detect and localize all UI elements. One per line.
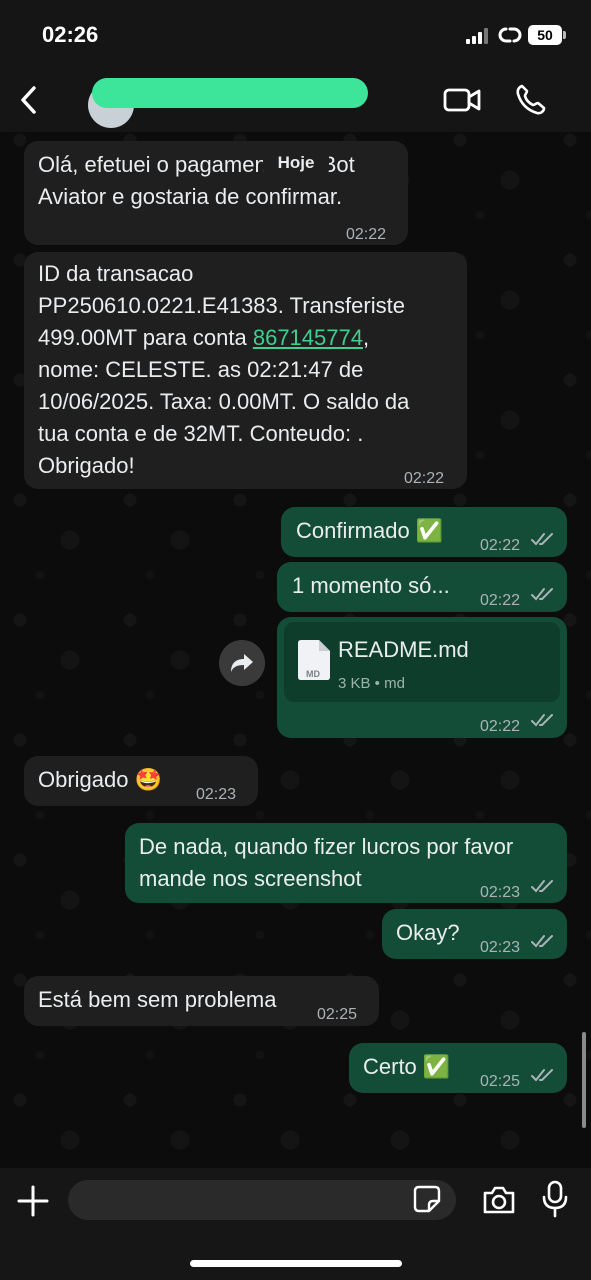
message-time: 02:22: [480, 537, 521, 554]
double-check-icon: [531, 714, 553, 727]
double-check-icon: [531, 880, 553, 893]
chat-header: [0, 70, 591, 132]
double-check-icon: [531, 1069, 553, 1082]
document-attachment[interactable]: MD README.md 3 KB • md: [284, 622, 560, 702]
message-time: 02:23: [480, 939, 521, 956]
battery-level: 50: [528, 25, 562, 45]
personal-hotspot-icon: [498, 27, 522, 43]
date-separator: Hoje: [263, 148, 329, 178]
document-type-label: MD: [306, 669, 320, 679]
back-chevron-icon[interactable]: [14, 80, 44, 120]
battery-tip: [563, 31, 566, 39]
message-outgoing-document[interactable]: MD README.md 3 KB • md 02:22: [277, 617, 567, 738]
message-outgoing[interactable]: Confirmado ✅ 02:22: [281, 507, 567, 557]
message-text: Está bem sem problema: [38, 987, 277, 1012]
double-check-icon: [531, 935, 553, 948]
forward-icon[interactable]: [219, 640, 265, 686]
microphone-icon[interactable]: [542, 1180, 568, 1218]
message-text: Obrigado 🤩: [38, 767, 163, 792]
message-text: 1 momento só...: [292, 573, 450, 598]
message-time: 02:23: [480, 884, 521, 901]
document-name: README.md: [338, 637, 469, 662]
scrollbar[interactable]: [582, 1032, 586, 1128]
double-check-icon: [531, 533, 553, 546]
camera-icon[interactable]: [481, 1184, 517, 1216]
message-time: 02:25: [317, 1006, 358, 1023]
home-indicator[interactable]: [190, 1260, 402, 1267]
message-time: 02:22: [480, 718, 521, 735]
message-time: 02:22: [480, 592, 521, 609]
message-outgoing[interactable]: De nada, quando fizer lucros por favor m…: [125, 823, 567, 903]
video-call-icon[interactable]: [442, 84, 482, 116]
message-incoming[interactable]: Olá, efetuei o pagamento do Bot Aviator …: [24, 141, 408, 245]
message-text: Olá, efetuei o pagamento do Bot Aviator …: [38, 152, 355, 209]
message-input[interactable]: [68, 1180, 456, 1220]
message-incoming[interactable]: Obrigado 🤩 02:23: [24, 756, 258, 806]
message-text: Okay?: [396, 920, 460, 945]
sticker-icon[interactable]: [412, 1184, 442, 1214]
message-time: 02:22: [404, 470, 445, 487]
message-text: Certo ✅: [363, 1054, 451, 1079]
phone-number-link[interactable]: 867145774: [253, 325, 363, 350]
message-text: Confirmado ✅: [296, 518, 444, 543]
document-meta: 3 KB • md: [338, 675, 405, 692]
phone-icon[interactable]: [514, 82, 548, 116]
message-outgoing[interactable]: Certo ✅ 02:25: [349, 1043, 567, 1093]
message-outgoing[interactable]: Okay? 02:23: [382, 909, 567, 959]
plus-icon[interactable]: [16, 1184, 50, 1218]
message-time: 02:22: [346, 226, 387, 243]
message-time: 02:25: [480, 1073, 521, 1090]
status-time: 02:26: [42, 22, 99, 47]
message-outgoing[interactable]: 1 momento só... 02:22: [277, 562, 567, 612]
message-incoming[interactable]: ID da transacao PP250610.0221.E41383. Tr…: [24, 252, 467, 489]
cellular-signal-icon: [466, 28, 488, 44]
message-time: 02:23: [196, 786, 237, 803]
status-bar: 02:26 50: [0, 0, 591, 70]
message-incoming[interactable]: Está bem sem problema 02:25: [24, 976, 379, 1026]
composer-bar: [0, 1168, 591, 1280]
message-text: ID da transacao PP250610.0221.E41383. Tr…: [38, 258, 463, 482]
contact-name[interactable]: [92, 78, 368, 108]
double-check-icon: [531, 588, 553, 601]
